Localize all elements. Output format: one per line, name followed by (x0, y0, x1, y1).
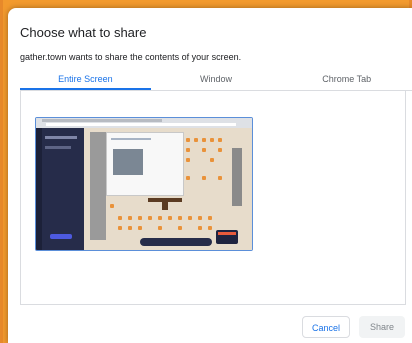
source-preview-area (20, 91, 406, 305)
share-source-tabs: Entire Screen Window Chrome Tab (20, 68, 412, 91)
thumb-rail (36, 128, 42, 250)
thumb-status-card (216, 230, 238, 244)
tab-chrome-tab[interactable]: Chrome Tab (281, 68, 412, 90)
thumb-sidebar (36, 128, 84, 250)
thumb-wall-right (232, 148, 242, 206)
tab-window[interactable]: Window (151, 68, 282, 90)
tab-entire-screen[interactable]: Entire Screen (20, 68, 151, 90)
screen-thumbnail[interactable] (35, 117, 253, 251)
share-button[interactable]: Share (359, 316, 405, 338)
thumb-browser-chrome (36, 118, 252, 128)
share-screen-dialog: Choose what to share gather.town wants t… (8, 8, 412, 343)
dialog-subtitle: gather.town wants to share the contents … (20, 52, 242, 62)
screen-thumbnail-image (36, 118, 252, 250)
thumb-wall (90, 132, 106, 240)
thumb-bottom-toolbar (140, 238, 212, 246)
thumb-popup-window (106, 132, 184, 196)
dialog-title: Choose what to share (20, 25, 147, 40)
cancel-button[interactable]: Cancel (302, 316, 350, 338)
